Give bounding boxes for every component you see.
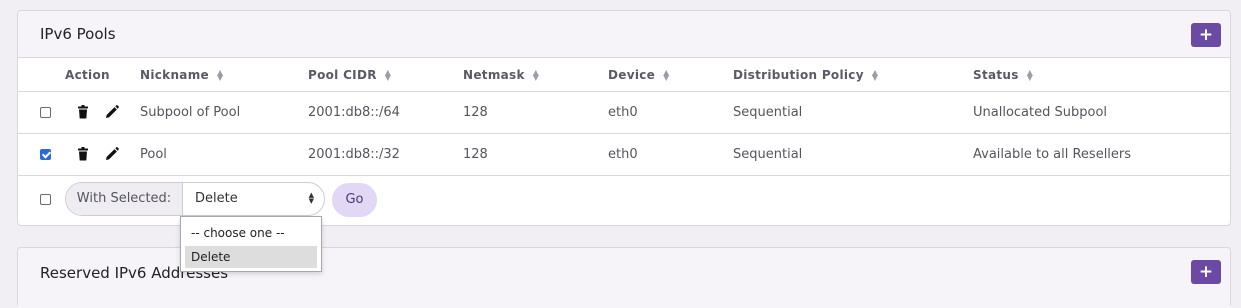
column-label: Device bbox=[608, 68, 656, 82]
column-header-device[interactable]: Device ▲ ▼ bbox=[608, 68, 671, 82]
table-header: Action Nickname ▲ ▼ Pool CIDR ▲ ▼ Netmask ▲ ▼ … bbox=[18, 58, 1230, 92]
ipv6-pools-panel: IPv6 Pools + Action Nickname ▲ ▼ Pool CIDR… bbox=[17, 10, 1231, 226]
panel-header: IPv6 Pools + bbox=[18, 11, 1230, 58]
pencil-icon[interactable] bbox=[105, 147, 119, 161]
pencil-icon[interactable] bbox=[105, 105, 119, 119]
cell-nickname: Pool bbox=[140, 147, 167, 162]
column-header-action: Action bbox=[65, 68, 110, 82]
cell-status: Unallocated Subpool bbox=[973, 105, 1108, 120]
with-selected-group: With Selected: Delete ▲ ▼ bbox=[65, 182, 325, 216]
select-arrows-icon: ▲ ▼ bbox=[308, 191, 314, 205]
cell-pool-cidr: 2001:db8::/32 bbox=[308, 147, 400, 162]
column-header-status[interactable]: Status ▲ ▼ bbox=[973, 68, 1035, 82]
bulk-action-selected-value: Delete bbox=[195, 191, 238, 206]
panel-title: IPv6 Pools bbox=[40, 25, 116, 43]
column-header-netmask[interactable]: Netmask ▲ ▼ bbox=[463, 68, 541, 82]
column-header-distribution-policy[interactable]: Distribution Policy ▲ ▼ bbox=[733, 68, 880, 82]
trash-icon[interactable] bbox=[76, 105, 90, 119]
cell-nickname: Subpool of Pool bbox=[140, 105, 241, 120]
column-label: Distribution Policy bbox=[733, 68, 864, 82]
cell-netmask: 128 bbox=[463, 105, 488, 120]
bulk-action-dropdown: -- choose one -- Delete bbox=[180, 216, 322, 272]
column-label: Pool CIDR bbox=[308, 68, 377, 82]
cell-status: Available to all Resellers bbox=[973, 147, 1132, 162]
trash-icon[interactable] bbox=[76, 147, 90, 161]
cell-distribution-policy: Sequential bbox=[733, 105, 803, 120]
cell-distribution-policy: Sequential bbox=[733, 147, 803, 162]
go-button[interactable]: Go bbox=[332, 183, 377, 217]
column-header-nickname[interactable]: Nickname ▲ ▼ bbox=[140, 68, 225, 82]
column-label: Status bbox=[973, 68, 1019, 82]
dropdown-option-delete[interactable]: Delete bbox=[185, 246, 317, 268]
cell-device: eth0 bbox=[608, 105, 638, 120]
with-selected-label: With Selected: bbox=[66, 183, 183, 215]
sort-icon[interactable]: ▲ ▼ bbox=[385, 69, 393, 82]
cell-device: eth0 bbox=[608, 147, 638, 162]
add-pool-button[interactable]: + bbox=[1191, 23, 1221, 47]
add-reserved-button[interactable]: + bbox=[1191, 260, 1221, 284]
bulk-action-select[interactable]: Delete ▲ ▼ bbox=[183, 183, 324, 215]
row-checkbox[interactable] bbox=[40, 149, 51, 160]
column-header-pool-cidr[interactable]: Pool CIDR ▲ ▼ bbox=[308, 68, 393, 82]
row-checkbox[interactable] bbox=[40, 107, 51, 118]
sort-icon[interactable]: ▲ ▼ bbox=[217, 69, 225, 82]
cell-pool-cidr: 2001:db8::/64 bbox=[308, 105, 400, 120]
sort-icon[interactable]: ▲ ▼ bbox=[533, 69, 541, 82]
sort-icon[interactable]: ▲ ▼ bbox=[872, 69, 880, 82]
sort-icon[interactable]: ▲ ▼ bbox=[663, 69, 671, 82]
select-all-checkbox[interactable] bbox=[40, 194, 51, 205]
column-label: Nickname bbox=[140, 68, 209, 82]
dropdown-option-choose-one[interactable]: -- choose one -- bbox=[185, 222, 317, 244]
table-row: Subpool of Pool 2001:db8::/64 128 eth0 S… bbox=[18, 92, 1230, 134]
sort-icon[interactable]: ▲ ▼ bbox=[1027, 69, 1035, 82]
column-label: Action bbox=[65, 68, 110, 82]
cell-netmask: 128 bbox=[463, 147, 488, 162]
column-label: Netmask bbox=[463, 68, 525, 82]
table-row: Pool 2001:db8::/32 128 eth0 Sequential A… bbox=[18, 134, 1230, 176]
